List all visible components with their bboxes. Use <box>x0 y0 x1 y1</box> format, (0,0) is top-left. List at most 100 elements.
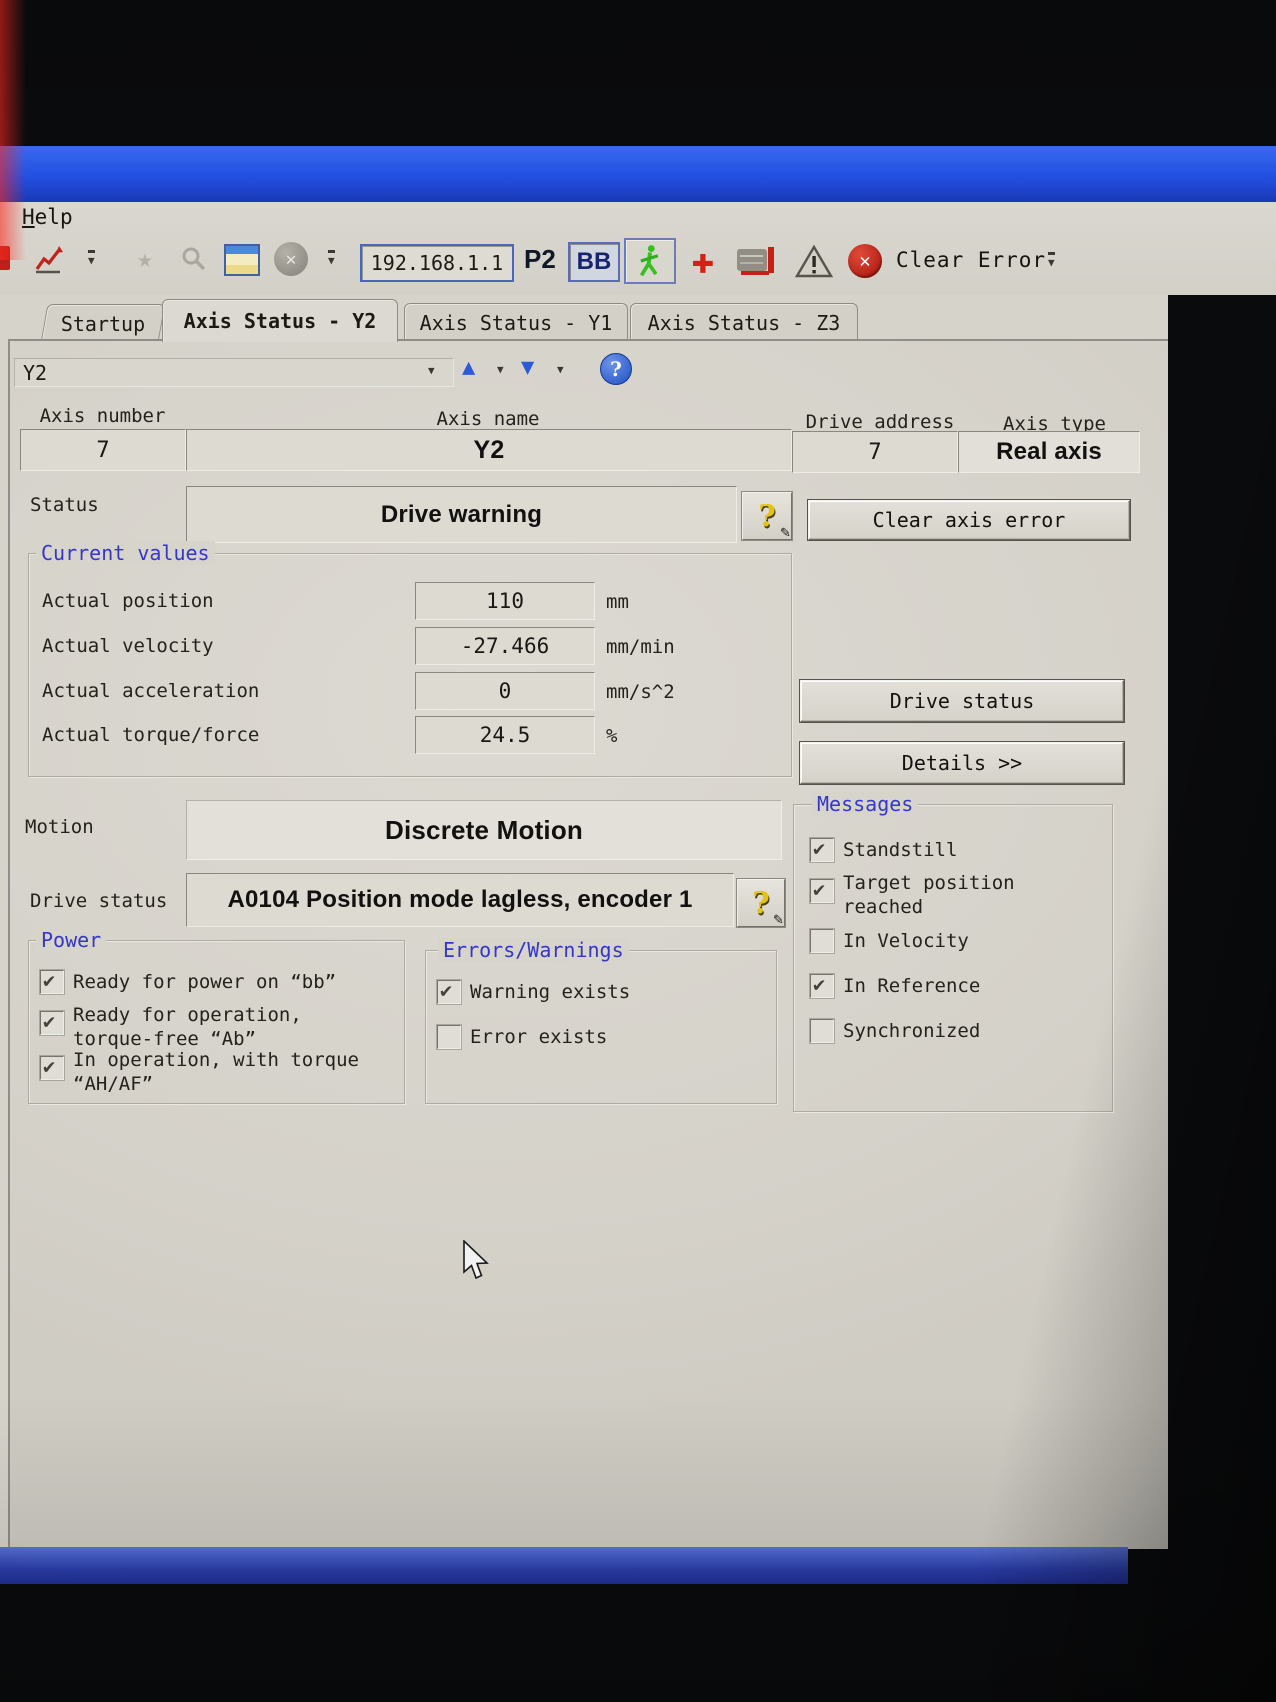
combo-dropdown-icon[interactable]: ▼ <box>428 364 435 377</box>
drive-address-value: 7 <box>868 440 881 465</box>
checkbox-label: Synchronized <box>843 1019 980 1043</box>
motion-value-field: Discrete Motion <box>186 800 782 860</box>
search-icon <box>179 245 207 273</box>
details-button[interactable]: Details >> <box>800 742 1124 784</box>
axis-name-header: Axis name <box>378 408 598 430</box>
actual-acceleration-unit: mm/s^2 <box>606 681 675 703</box>
help-icon[interactable]: ? <box>600 353 632 385</box>
next-axis-dropdown-icon[interactable]: ▼ <box>557 363 564 376</box>
toolbar-dropdown-icon[interactable]: ▼ <box>328 250 335 267</box>
table-view-icon[interactable] <box>224 244 260 276</box>
checkbox-box[interactable]: ✔ <box>810 929 834 953</box>
actual-torque-field: 24.5 <box>415 716 595 754</box>
previous-axis-dropdown-icon[interactable]: ▼ <box>497 363 504 376</box>
checkbox-standstill[interactable]: ✔ Standstill <box>810 838 1090 862</box>
drive-status-label: Drive status <box>30 890 167 912</box>
toolbar-dropdown-icon[interactable]: ▼ <box>88 250 95 267</box>
checkbox-label: In Velocity <box>843 929 969 953</box>
current-values-title: Current values <box>36 541 215 565</box>
tab-label: Startup <box>61 312 145 336</box>
axis-enable-button[interactable] <box>624 238 676 284</box>
favorites-star-icon-disabled[interactable]: ★ <box>128 242 162 276</box>
tab-axis-status-z3[interactable]: Axis Status - Z3 <box>630 303 858 342</box>
checkbox-box[interactable]: ✔ <box>810 838 834 862</box>
trend-chart-icon[interactable] <box>32 242 66 276</box>
actual-velocity-value: -27.466 <box>461 634 550 658</box>
actual-position-unit: mm <box>606 591 629 613</box>
tab-axis-status-y1[interactable]: Axis Status - Y1 <box>404 303 628 342</box>
toolbar-dropdown-icon[interactable]: ▼ <box>1048 252 1055 269</box>
check-icon: ✔ <box>813 972 825 996</box>
checkbox-box[interactable]: ✔ <box>810 974 834 998</box>
details-button-label: Details >> <box>902 751 1022 775</box>
check-icon: ✔ <box>43 1054 55 1078</box>
phase-bb-indicator[interactable]: BB <box>568 242 620 282</box>
check-icon: ✔ <box>813 877 825 901</box>
checkbox-box[interactable]: ✔ <box>810 879 834 903</box>
checkbox-ready-for-operation[interactable]: ✔ Ready for operation, torque-free “Ab” <box>40 1003 380 1051</box>
checkbox-label: Ready for operation, torque-free “Ab” <box>73 1003 378 1051</box>
red-cross-stop-icon[interactable]: ✚ <box>682 238 724 282</box>
actual-acceleration-value: 0 <box>499 679 512 703</box>
actual-position-value: 110 <box>486 589 524 613</box>
checkbox-synchronized[interactable]: ✔ Synchronized <box>810 1019 1090 1043</box>
axis-type-field: Real axis <box>958 431 1140 473</box>
checkbox-label: Ready for power on “bb” <box>73 970 336 994</box>
check-icon: ✔ <box>43 968 55 992</box>
clear-axis-error-button[interactable]: Clear axis error <box>808 500 1130 540</box>
status-help-button[interactable]: ? ✎ <box>742 492 792 540</box>
power-title: Power <box>36 928 106 952</box>
drive-device-icon <box>735 245 777 277</box>
status-value-field: Drive warning <box>186 486 737 543</box>
check-icon: ✔ <box>440 978 452 1002</box>
axis-selector-combobox[interactable]: Y2 <box>14 358 454 387</box>
photo-light-leak <box>0 0 26 260</box>
axis-name-value: Y2 <box>474 436 505 465</box>
checkbox-box[interactable]: ✔ <box>810 1019 834 1043</box>
checkbox-ready-for-power-on[interactable]: ✔ Ready for power on “bb” <box>40 970 370 994</box>
actual-acceleration-field: 0 <box>415 672 595 710</box>
drive-status-button[interactable]: Drive status <box>800 680 1124 722</box>
pencil-icon: ✎ <box>773 909 783 928</box>
warning-triangle-icon[interactable] <box>794 244 834 280</box>
checkbox-box[interactable]: ✔ <box>437 1025 461 1049</box>
clear-error-button[interactable]: Clear Error <box>896 248 1046 272</box>
errors-warnings-title: Errors/Warnings <box>438 938 629 962</box>
checkbox-error-exists[interactable]: ✔ Error exists <box>437 1025 737 1049</box>
checkbox-target-position-reached[interactable]: ✔ Target position reached <box>810 871 1060 919</box>
checkbox-in-operation[interactable]: ✔ In operation, with torque “AH/AF” <box>40 1048 380 1096</box>
tab-label: Axis Status - Y2 <box>184 309 377 333</box>
drive-status-button-label: Drive status <box>890 689 1035 713</box>
motion-label: Motion <box>25 816 94 838</box>
next-axis-icon[interactable]: ▼ <box>521 356 534 380</box>
drive-device-icon[interactable] <box>734 244 778 278</box>
question-mark-icon: ? <box>758 499 776 534</box>
error-circle-icon[interactable]: ✕ <box>848 244 882 278</box>
checkbox-box[interactable]: ✔ <box>437 980 461 1004</box>
cancel-icon-disabled[interactable]: ✕ <box>274 242 308 276</box>
axis-type-value: Real axis <box>996 438 1102 466</box>
previous-axis-icon[interactable]: ▲ <box>462 356 475 380</box>
checkbox-box[interactable]: ✔ <box>40 970 64 994</box>
checkbox-box[interactable]: ✔ <box>40 1011 64 1035</box>
search-icon-disabled[interactable] <box>176 242 210 276</box>
checkbox-label: In Reference <box>843 974 980 998</box>
phase-p2-label: P2 <box>524 244 556 275</box>
checkbox-in-velocity[interactable]: ✔ In Velocity <box>810 929 1090 953</box>
tab-startup[interactable]: Startup <box>41 304 166 342</box>
checkbox-box[interactable]: ✔ <box>40 1056 64 1080</box>
screen-photo: Help ▼ ★ ✕ ▼ 192.168.1.1 <box>0 0 1276 1702</box>
drive-status-help-button[interactable]: ? ✎ <box>737 879 785 927</box>
motion-value: Discrete Motion <box>385 815 583 846</box>
actual-velocity-label: Actual velocity <box>42 635 214 657</box>
axis-number-header: Axis number <box>30 405 175 427</box>
menu-help[interactable]: Help <box>22 205 73 229</box>
ip-address-field[interactable]: 192.168.1.1 <box>360 244 514 282</box>
actual-velocity-field: -27.466 <box>415 627 595 665</box>
checkbox-warning-exists[interactable]: ✔ Warning exists <box>437 980 737 1004</box>
tab-axis-status-y2[interactable]: Axis Status - Y2 <box>162 299 398 342</box>
status-value: Drive warning <box>381 501 542 529</box>
clear-axis-error-label: Clear axis error <box>873 508 1066 532</box>
window-titlebar <box>0 146 1276 202</box>
checkbox-in-reference[interactable]: ✔ In Reference <box>810 974 1090 998</box>
